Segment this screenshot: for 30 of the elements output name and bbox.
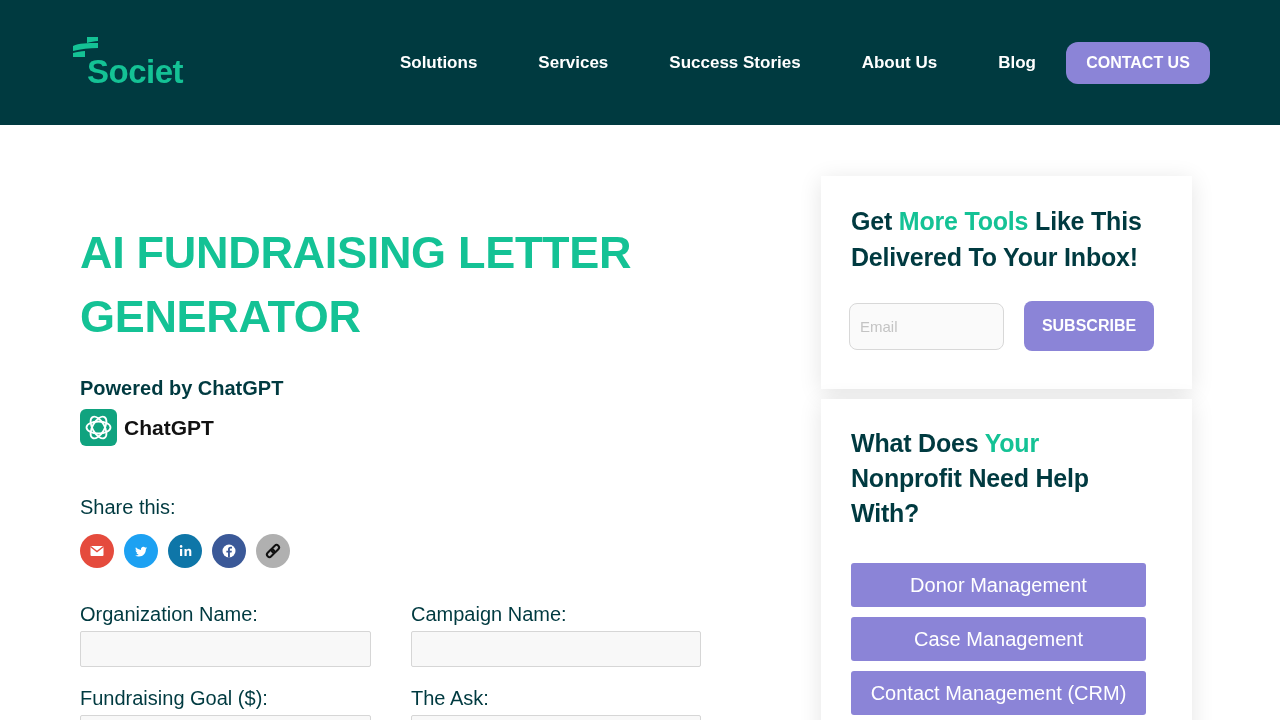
- page-title: AI FUNDRAISING LETTER GENERATOR: [80, 226, 633, 344]
- text-field[interactable]: [411, 631, 701, 667]
- card-heading: Get More Tools Like This Delivered To Your Inbox!: [851, 206, 1143, 273]
- powered-by-text: Powered by ChatGPT: [80, 376, 285, 400]
- contact-button[interactable]: CONTACT US: [1066, 41, 1210, 84]
- card-heading: What Does Your Nonprofit Need Help With?: [851, 428, 1090, 529]
- field-label: Campaign Name:: [411, 602, 568, 626]
- knot-logo-icon: [80, 409, 117, 446]
- facebook-icon[interactable]: [212, 534, 246, 568]
- nav-link[interactable]: About Us: [861, 49, 938, 76]
- logo-text[interactable]: Societ: [87, 55, 193, 88]
- field-label: The Ask:: [411, 686, 490, 710]
- field-label: Organization Name:: [80, 602, 259, 626]
- nav-link[interactable]: Services: [538, 49, 609, 76]
- linkedin-icon[interactable]: [168, 534, 202, 568]
- envelope-icon[interactable]: [80, 534, 114, 568]
- topic-button[interactable]: Donor Management: [851, 563, 1146, 607]
- share-label: Share this:: [80, 495, 177, 519]
- link-icon[interactable]: [256, 534, 290, 568]
- nav-link[interactable]: Blog: [998, 49, 1036, 76]
- subscribe-button[interactable]: SUBSCRIBE: [1024, 301, 1154, 351]
- nav-link[interactable]: Success Stories: [669, 49, 801, 76]
- bird-icon[interactable]: [124, 534, 158, 568]
- logo-text: ChatGPT: [124, 414, 214, 441]
- topic-button[interactable]: Case Management: [851, 617, 1146, 661]
- nav-link[interactable]: Solutions: [399, 49, 478, 76]
- topic-button[interactable]: Contact Management (CRM): [851, 671, 1146, 715]
- logo-stripes-icon[interactable]: [73, 37, 99, 59]
- field-label: Fundraising Goal ($):: [80, 686, 269, 710]
- text-field[interactable]: [80, 631, 371, 667]
